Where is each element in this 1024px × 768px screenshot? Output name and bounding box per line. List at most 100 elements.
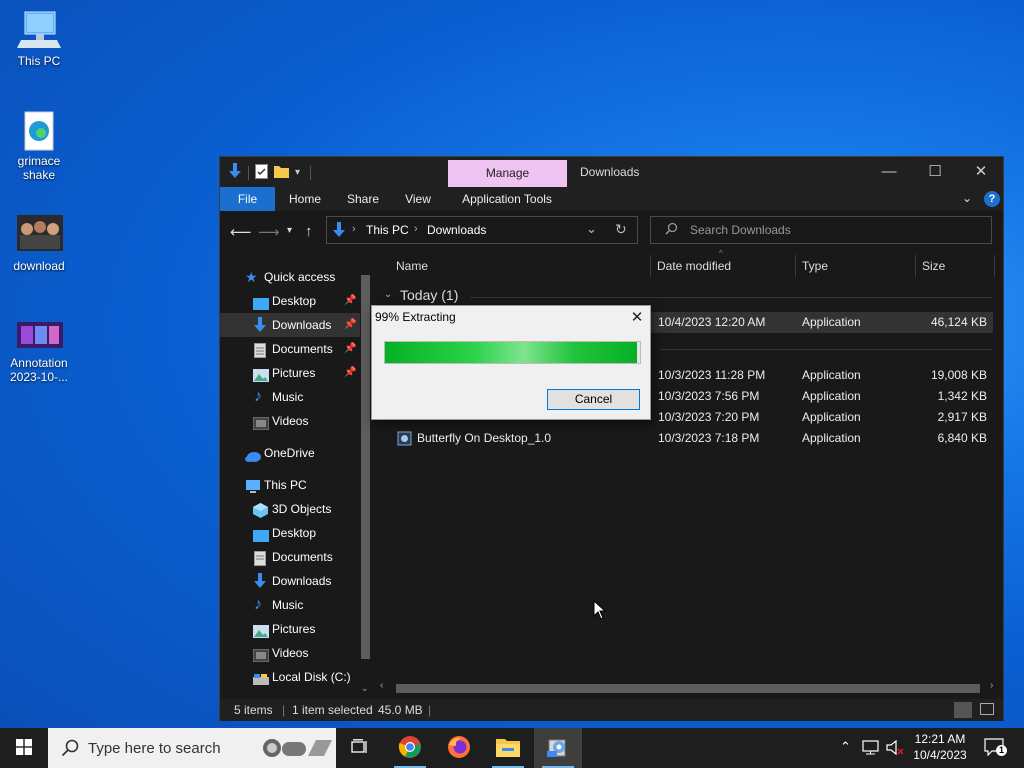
music-note-icon: ♪ [254, 596, 262, 613]
cell-type: Application [802, 431, 861, 445]
scrollbar-thumb[interactable] [361, 275, 370, 659]
desktop-icon-download[interactable]: download [3, 215, 75, 273]
search-icon [61, 739, 79, 760]
desktop-icon-grimace-shake[interactable]: grimace shake [3, 110, 75, 182]
customize-toolbar-icon[interactable]: ▾ [295, 167, 300, 178]
nav-local-disk[interactable]: Local Disk (C:) [220, 665, 360, 689]
cancel-button[interactable]: Cancel [547, 389, 640, 410]
chevron-down-icon: ▾ [287, 225, 293, 236]
column-header-name[interactable]: Name [396, 251, 428, 281]
tab-share[interactable]: Share [338, 187, 388, 211]
tab-home[interactable]: Home [280, 187, 330, 211]
pin-icon: 📌 [344, 367, 357, 378]
forward-button[interactable]: ⟶ [258, 223, 280, 241]
desktop-icon-this-pc[interactable]: This PC [3, 10, 75, 68]
system-tray: ⌃ 12:21 AM 10/4/2023 1 [834, 728, 1024, 768]
close-button[interactable]: ✕ [958, 157, 1004, 187]
action-center-button[interactable]: 1 [984, 738, 1007, 759]
scroll-down-icon[interactable]: ⌄ [361, 683, 369, 694]
large-icons-view-button[interactable] [980, 703, 994, 715]
task-view-button[interactable] [336, 728, 384, 768]
cell-date: 10/3/2023 7:56 PM [658, 389, 760, 403]
file-explorer-window[interactable]: ▾ Manage Downloads — ☐ ✕ File Home Share… [219, 156, 1004, 721]
nav-quick-pictures[interactable]: Pictures 📌 [220, 361, 360, 385]
manage-contextual-tab[interactable]: Manage [448, 160, 567, 187]
nav-quick-videos[interactable]: Videos [220, 409, 360, 433]
nav-label: Pictures [272, 366, 316, 380]
details-view-button[interactable] [954, 702, 972, 718]
breadcrumb-this-pc[interactable]: This PC [366, 223, 409, 237]
tab-application-tools[interactable]: Application Tools [455, 187, 559, 211]
taskbar-chrome[interactable] [386, 728, 434, 768]
nav-pc-documents[interactable]: Documents [220, 545, 360, 569]
close-icon: ✕ [974, 163, 988, 180]
nav-pc-pictures[interactable]: Pictures [220, 617, 360, 641]
back-button[interactable]: ⟵ [230, 223, 252, 241]
clock[interactable]: 12:21 AM 10/4/2023 [908, 731, 972, 763]
volume-muted-icon[interactable] [886, 739, 904, 758]
group-collapse-icon[interactable]: ⌄ [384, 289, 392, 300]
mouse-cursor-icon [593, 599, 607, 623]
minimize-button[interactable]: — [866, 157, 912, 187]
title-bar[interactable]: ▾ Manage Downloads — ☐ ✕ [220, 157, 1003, 187]
dialog-close-button[interactable]: ✕ [626, 307, 648, 329]
scrollbar-thumb[interactable] [396, 684, 980, 693]
column-header-date-modified[interactable]: Date modified [657, 251, 731, 281]
breadcrumb-downloads[interactable]: Downloads [427, 223, 486, 237]
cell-type: Application [802, 315, 861, 329]
nav-quick-documents[interactable]: Documents 📌 [220, 337, 360, 361]
search-box[interactable]: Search Downloads [650, 216, 992, 244]
address-bar[interactable]: › This PC › Downloads ⌄ ↻ [326, 216, 638, 244]
properties-icon[interactable] [255, 163, 268, 182]
nav-quick-desktop[interactable]: Desktop 📌 [220, 289, 360, 313]
expand-ribbon-icon[interactable]: ⌄ [962, 191, 972, 205]
nav-label: Desktop [272, 526, 317, 540]
content-horizontal-scrollbar[interactable]: ‹ › [380, 680, 1000, 696]
tab-file[interactable]: File [220, 187, 275, 211]
nav-quick-downloads[interactable]: Downloads 📌 [220, 313, 360, 337]
status-size: 45.0 MB [378, 703, 423, 717]
new-folder-icon[interactable] [274, 164, 289, 181]
maximize-button[interactable]: ☐ [912, 157, 958, 187]
firefox-icon [447, 735, 471, 762]
taskbar-search-box[interactable]: Type here to search [48, 728, 336, 768]
scroll-left-icon[interactable]: ‹ [380, 680, 383, 691]
progress-fill [385, 342, 638, 363]
document-icon [254, 550, 270, 566]
nav-quick-music[interactable]: ♪ Music [220, 385, 360, 409]
taskbar-file-explorer[interactable] [484, 728, 532, 768]
desktop-icon-annotation[interactable]: Annotation 2023-10-... [3, 322, 75, 384]
show-hidden-icons-button[interactable]: ⌃ [840, 739, 851, 755]
cell-size: 46,124 KB [930, 315, 987, 329]
recent-locations-button[interactable]: ▾ [287, 225, 292, 236]
notification-badge: 1 [996, 745, 1007, 756]
scroll-right-icon[interactable]: › [990, 680, 993, 691]
refresh-icon[interactable]: ↻ [615, 221, 627, 238]
taskbar-firefox[interactable] [435, 728, 483, 768]
start-button[interactable] [0, 728, 48, 768]
up-button[interactable]: ↑ [305, 223, 313, 240]
search-placeholder: Search Downloads [690, 223, 791, 237]
address-dropdown-icon[interactable]: ⌄ [586, 221, 597, 237]
arrow-left-icon: ⟵ [230, 224, 252, 241]
column-header-size[interactable]: Size [922, 251, 945, 281]
nav-pc-videos[interactable]: Videos [220, 641, 360, 665]
desktop-folder-icon [253, 526, 269, 542]
nav-pc-desktop[interactable]: Desktop [220, 521, 360, 545]
extracting-dialog[interactable]: 99% Extracting ✕ Cancel [371, 305, 651, 420]
videos-icon [252, 414, 270, 431]
network-icon[interactable] [862, 740, 879, 758]
group-header-today[interactable]: Today (1) [400, 287, 458, 303]
nav-pc-music[interactable]: ♪ Music [220, 593, 360, 617]
nav-this-pc[interactable]: This PC [220, 473, 360, 497]
tab-view[interactable]: View [395, 187, 441, 211]
nav-onedrive[interactable]: OneDrive [220, 441, 360, 465]
quick-access-toolbar: ▾ [228, 163, 312, 182]
nav-quick-access[interactable]: ★ Quick access [220, 265, 360, 289]
table-row[interactable]: Butterfly On Desktop_1.0 10/3/2023 7:18 … [377, 428, 993, 449]
help-icon[interactable]: ? [984, 191, 1000, 207]
nav-pc-downloads[interactable]: Downloads [220, 569, 360, 593]
nav-3d-objects[interactable]: 3D Objects [220, 497, 360, 521]
taskbar-installer[interactable] [534, 728, 582, 768]
column-header-type[interactable]: Type [802, 251, 828, 281]
